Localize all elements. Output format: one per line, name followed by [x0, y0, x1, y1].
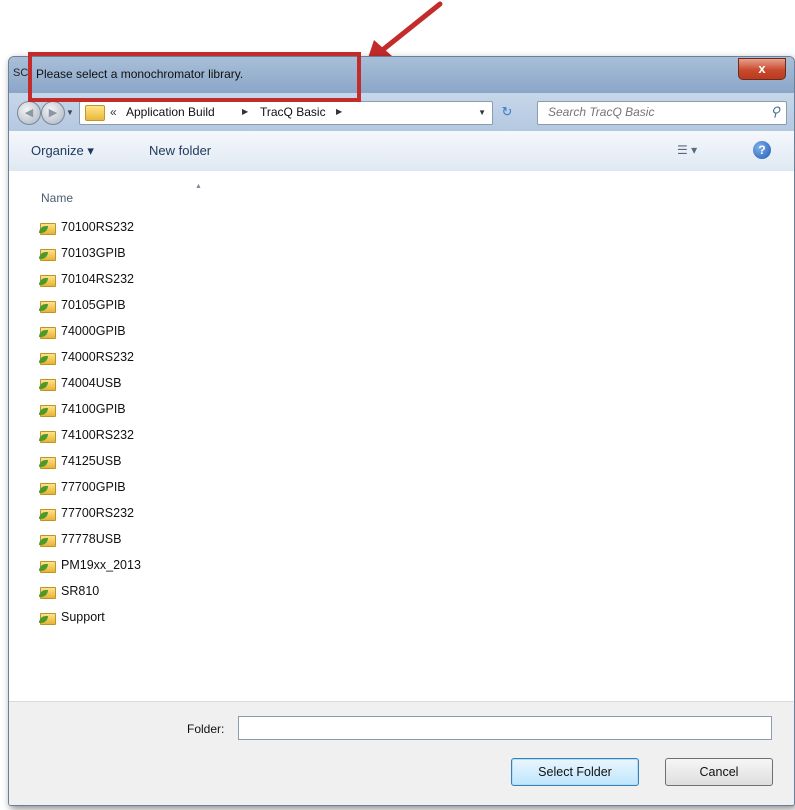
column-header-name[interactable]: Name	[41, 191, 73, 205]
list-item[interactable]: 74100RS232	[39, 425, 339, 445]
list-item[interactable]: 77700RS232	[39, 503, 339, 523]
list-item[interactable]: 74125USB	[39, 451, 339, 471]
library-folder-icon	[39, 453, 56, 469]
list-item-label: 70104RS232	[61, 272, 134, 286]
library-folder-icon	[39, 245, 56, 261]
list-item[interactable]: SR810	[39, 581, 339, 601]
library-folder-icon	[39, 609, 56, 625]
list-item-label: 74125USB	[61, 454, 122, 468]
search-icon[interactable]: ⚲	[770, 104, 780, 120]
command-toolbar: Organize ▾ New folder ☰ ▾ ?	[9, 131, 794, 172]
new-folder-button[interactable]: New folder	[149, 143, 211, 158]
list-item[interactable]: 70104RS232	[39, 269, 339, 289]
list-item[interactable]: 77700GPIB	[39, 477, 339, 497]
back-button[interactable]: ◀	[17, 101, 41, 125]
list-item[interactable]: 70105GPIB	[39, 295, 339, 315]
address-dropdown-icon[interactable]: ▼	[478, 108, 486, 117]
list-item[interactable]: 70103GPIB	[39, 243, 339, 263]
folder-icon	[85, 105, 105, 121]
file-list: Name ▲ 70100RS232 70103GPIB 70104RS232 7…	[9, 171, 794, 701]
list-item-label: 77700GPIB	[61, 480, 126, 494]
list-item[interactable]: 74100GPIB	[39, 399, 339, 419]
library-folder-icon	[39, 219, 56, 235]
library-folder-icon	[39, 583, 56, 599]
search-box[interactable]: ⚲	[537, 101, 787, 125]
sort-ascending-icon: ▲	[195, 183, 202, 190]
list-item[interactable]: 74000GPIB	[39, 321, 339, 341]
list-item-label: 74100GPIB	[61, 402, 126, 416]
list-item-label: 70103GPIB	[61, 246, 126, 260]
recent-pages-dropdown-icon[interactable]: ▼	[66, 108, 74, 117]
list-item[interactable]: PM19xx_2013	[39, 555, 339, 575]
select-folder-button[interactable]: Select Folder	[511, 758, 639, 786]
views-icon[interactable]: ☰ ▾	[677, 143, 697, 157]
library-folder-icon	[39, 271, 56, 287]
library-folder-icon	[39, 401, 56, 417]
list-item-label: 74000RS232	[61, 350, 134, 364]
breadcrumb-separator-icon[interactable]: ▶	[242, 107, 248, 116]
breadcrumb-application-build[interactable]: Application Build	[126, 105, 215, 119]
library-folder-icon	[39, 323, 56, 339]
address-overflow-icon[interactable]: «	[110, 105, 117, 119]
library-folder-icon	[39, 297, 56, 313]
select-folder-dialog: SC Please select a monochromator library…	[8, 56, 795, 806]
list-item-label: 74000GPIB	[61, 324, 126, 338]
library-folder-icon	[39, 505, 56, 521]
address-bar[interactable]: « Application Build ▶ TracQ Basic ▶ ▼	[79, 101, 493, 125]
help-icon[interactable]: ?	[753, 141, 771, 159]
close-button[interactable]: x	[738, 58, 786, 80]
list-item-label: Support	[61, 610, 105, 624]
library-folder-icon	[39, 531, 56, 547]
library-folder-icon	[39, 349, 56, 365]
cancel-button[interactable]: Cancel	[665, 758, 773, 786]
list-item-label: 77778USB	[61, 532, 122, 546]
dialog-footer: Folder: Select Folder Cancel	[9, 701, 794, 805]
folder-name-input[interactable]	[238, 716, 772, 740]
forward-button[interactable]: ▶	[41, 101, 65, 125]
list-item-label: 74100RS232	[61, 428, 134, 442]
list-item-label: 70105GPIB	[61, 298, 126, 312]
list-item-label: SR810	[61, 584, 100, 598]
list-item-label: 77700RS232	[61, 506, 134, 520]
list-item[interactable]: 77778USB	[39, 529, 339, 549]
list-item-label: PM19xx_2013	[61, 558, 141, 572]
folder-label: Folder:	[187, 722, 225, 736]
search-input[interactable]	[538, 102, 763, 122]
breadcrumb-tracq-basic[interactable]: TracQ Basic	[260, 105, 326, 119]
list-item[interactable]: 70100RS232	[39, 217, 339, 237]
library-folder-icon	[39, 479, 56, 495]
list-item[interactable]: 74000RS232	[39, 347, 339, 367]
list-item[interactable]: Support	[39, 607, 339, 627]
annotation-highlight-box	[28, 52, 361, 102]
list-item[interactable]: 74004USB	[39, 373, 339, 393]
list-item-label: 70100RS232	[61, 220, 134, 234]
library-folder-icon	[39, 375, 56, 391]
refresh-button[interactable]: ↻	[495, 101, 519, 123]
library-folder-icon	[39, 557, 56, 573]
library-folder-icon	[39, 427, 56, 443]
organize-button[interactable]: Organize ▾	[31, 143, 94, 159]
breadcrumb-separator-icon[interactable]: ▶	[336, 107, 342, 116]
list-item-label: 74004USB	[61, 376, 122, 390]
